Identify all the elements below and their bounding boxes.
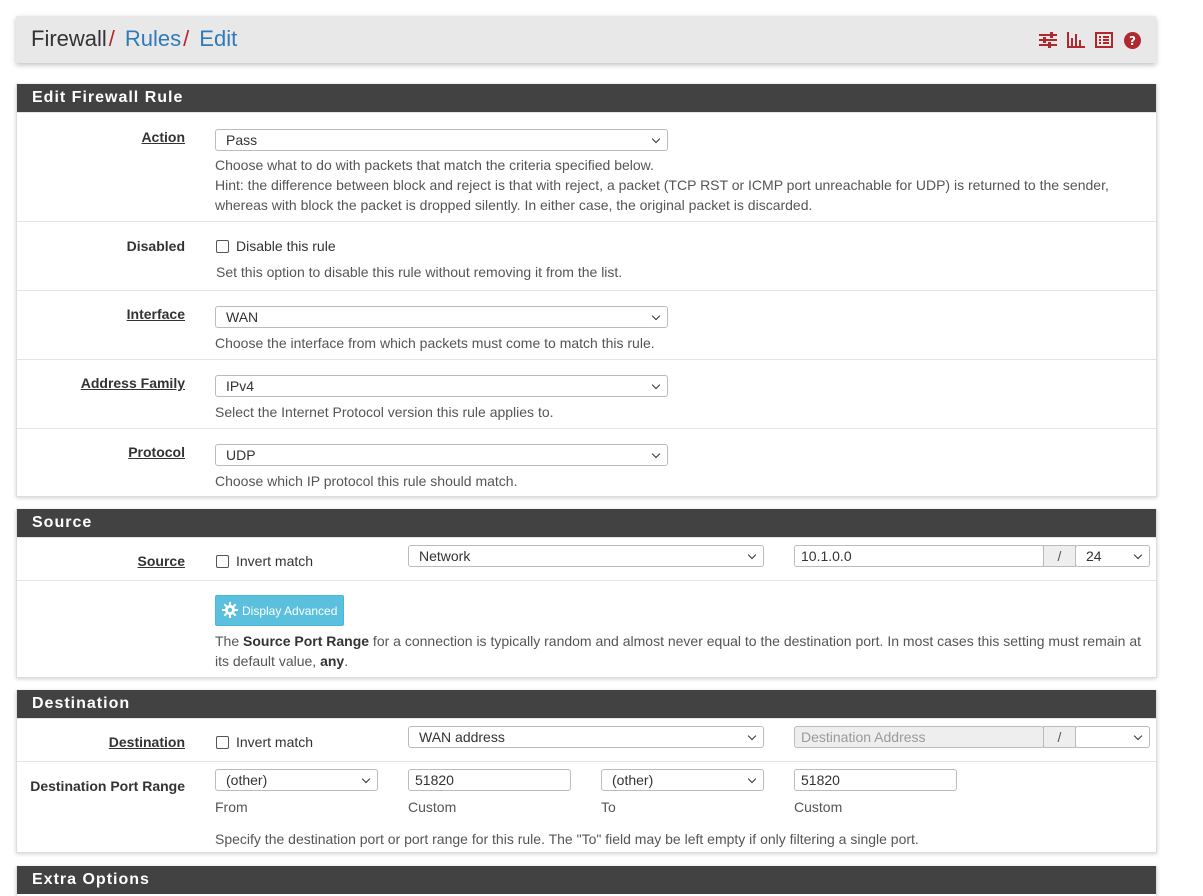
source-invert-checkbox[interactable] <box>216 555 229 568</box>
list-icon[interactable] <box>1094 30 1114 50</box>
destination-row: Destination Invert match WAN address Des… <box>17 718 1156 761</box>
port-to-select[interactable]: (other) <box>601 769 764 791</box>
breadcrumb: Firewall/Rules/Edit <box>31 25 237 53</box>
protocol-row: Protocol UDP Choose which IP protocol th… <box>17 428 1156 497</box>
destination-invert-checkbox[interactable] <box>216 736 229 749</box>
interface-select[interactable]: WAN <box>215 306 668 328</box>
protocol-label[interactable]: Protocol <box>17 444 185 460</box>
destination-invert-option[interactable]: Invert match <box>216 734 313 750</box>
source-mask-separator: / <box>1043 545 1076 567</box>
source-address-input[interactable]: 10.1.0.0 <box>794 545 1044 567</box>
source-type-select[interactable]: Network <box>408 545 764 567</box>
breadcrumb-bar: Firewall/Rules/Edit ? <box>16 16 1156 63</box>
address-family-label[interactable]: Address Family <box>17 375 185 391</box>
source-mask-select[interactable]: 24 <box>1075 545 1150 567</box>
help-icon[interactable]: ? <box>1122 30 1142 50</box>
disabled-row: Disabled Disable this rule Set this opti… <box>17 221 1156 290</box>
breadcrumb-separator: / <box>108 26 115 51</box>
source-panel: Source Source Invert match Network 10.1.… <box>16 509 1157 678</box>
source-advanced-row: Display Advanced The Source Port Range f… <box>17 580 1156 678</box>
panel-heading-destination: Destination <box>17 690 1156 718</box>
destination-invert-label: Invert match <box>236 734 314 750</box>
disable-rule-option[interactable]: Disable this rule <box>216 238 336 254</box>
source-invert-option[interactable]: Invert match <box>216 553 313 569</box>
destination-label[interactable]: Destination <box>17 734 185 750</box>
source-label[interactable]: Source <box>17 553 185 569</box>
destination-port-range-label: Destination Port Range <box>30 778 185 794</box>
gear-icon <box>222 602 238 618</box>
protocol-select[interactable]: UDP <box>215 444 668 466</box>
action-select[interactable]: Pass <box>215 129 668 151</box>
destination-mask-separator: / <box>1043 726 1076 748</box>
destination-panel: Destination Destination Invert match WAN… <box>16 690 1157 853</box>
display-advanced-button[interactable]: Display Advanced <box>215 595 345 626</box>
destination-mask-select[interactable] <box>1075 726 1150 748</box>
display-advanced-label: Display Advanced <box>242 604 338 618</box>
disabled-help: Set this option to disable this rule wit… <box>216 264 623 280</box>
svg-text:?: ? <box>1129 34 1136 48</box>
action-help: Choose what to do with packets that matc… <box>215 157 654 173</box>
custom-caption: Custom <box>794 799 843 815</box>
address-family-row: Address Family IPv4 Select the Internet … <box>17 359 1156 428</box>
source-port-help: The Source Port Range for a connection i… <box>215 633 1141 669</box>
breadcrumb-separator: / <box>183 26 190 51</box>
interface-help: Choose the interface from which packets … <box>215 335 655 351</box>
panel-heading-extra: Extra Options <box>17 866 1156 894</box>
destination-type-select[interactable]: WAN address <box>408 726 764 748</box>
source-row: Source Invert match Network 10.1.0.0 / 2… <box>17 537 1156 580</box>
edit-rule-panel: Edit Firewall Rule Action Pass Choose wh… <box>16 84 1157 497</box>
protocol-help: Choose which IP protocol this rule shoul… <box>215 473 518 489</box>
port-from-select[interactable]: (other) <box>215 769 378 791</box>
action-label[interactable]: Action <box>17 129 185 145</box>
breadcrumb-firewall: Firewall <box>31 26 107 51</box>
disabled-label: Disabled <box>126 238 185 254</box>
panel-heading-edit: Edit Firewall Rule <box>17 84 1156 112</box>
destination-address-input[interactable]: Destination Address <box>794 726 1044 748</box>
disable-rule-label: Disable this rule <box>236 238 336 254</box>
address-family-select[interactable]: IPv4 <box>215 375 668 397</box>
to-caption: To <box>601 799 616 815</box>
custom-caption: Custom <box>408 799 457 815</box>
port-to-custom-input[interactable]: 51820 <box>794 769 957 791</box>
action-row: Action Pass Choose what to do with packe… <box>17 112 1156 221</box>
address-family-help: Select the Internet Protocol version thi… <box>215 404 554 420</box>
from-caption: From <box>215 799 248 815</box>
sliders-icon[interactable] <box>1038 30 1058 50</box>
bar-chart-icon[interactable] <box>1066 30 1086 50</box>
action-hint: Hint: the difference between block and r… <box>215 177 1109 213</box>
extra-options-panel: Extra Options <box>16 866 1157 896</box>
interface-row: Interface WAN Choose the interface from … <box>17 290 1156 359</box>
destination-port-range-row: Destination Port Range (other) 51820 (ot… <box>17 761 1156 853</box>
port-from-custom-input[interactable]: 51820 <box>408 769 571 791</box>
breadcrumb-edit-link[interactable]: Edit <box>199 26 237 51</box>
breadcrumb-rules-link[interactable]: Rules <box>125 26 181 51</box>
source-invert-label: Invert match <box>236 553 314 569</box>
port-range-help: Specify the destination port or port ran… <box>215 831 919 847</box>
panel-heading-source: Source <box>17 509 1156 537</box>
interface-label[interactable]: Interface <box>17 306 185 322</box>
disable-rule-checkbox[interactable] <box>216 240 229 253</box>
